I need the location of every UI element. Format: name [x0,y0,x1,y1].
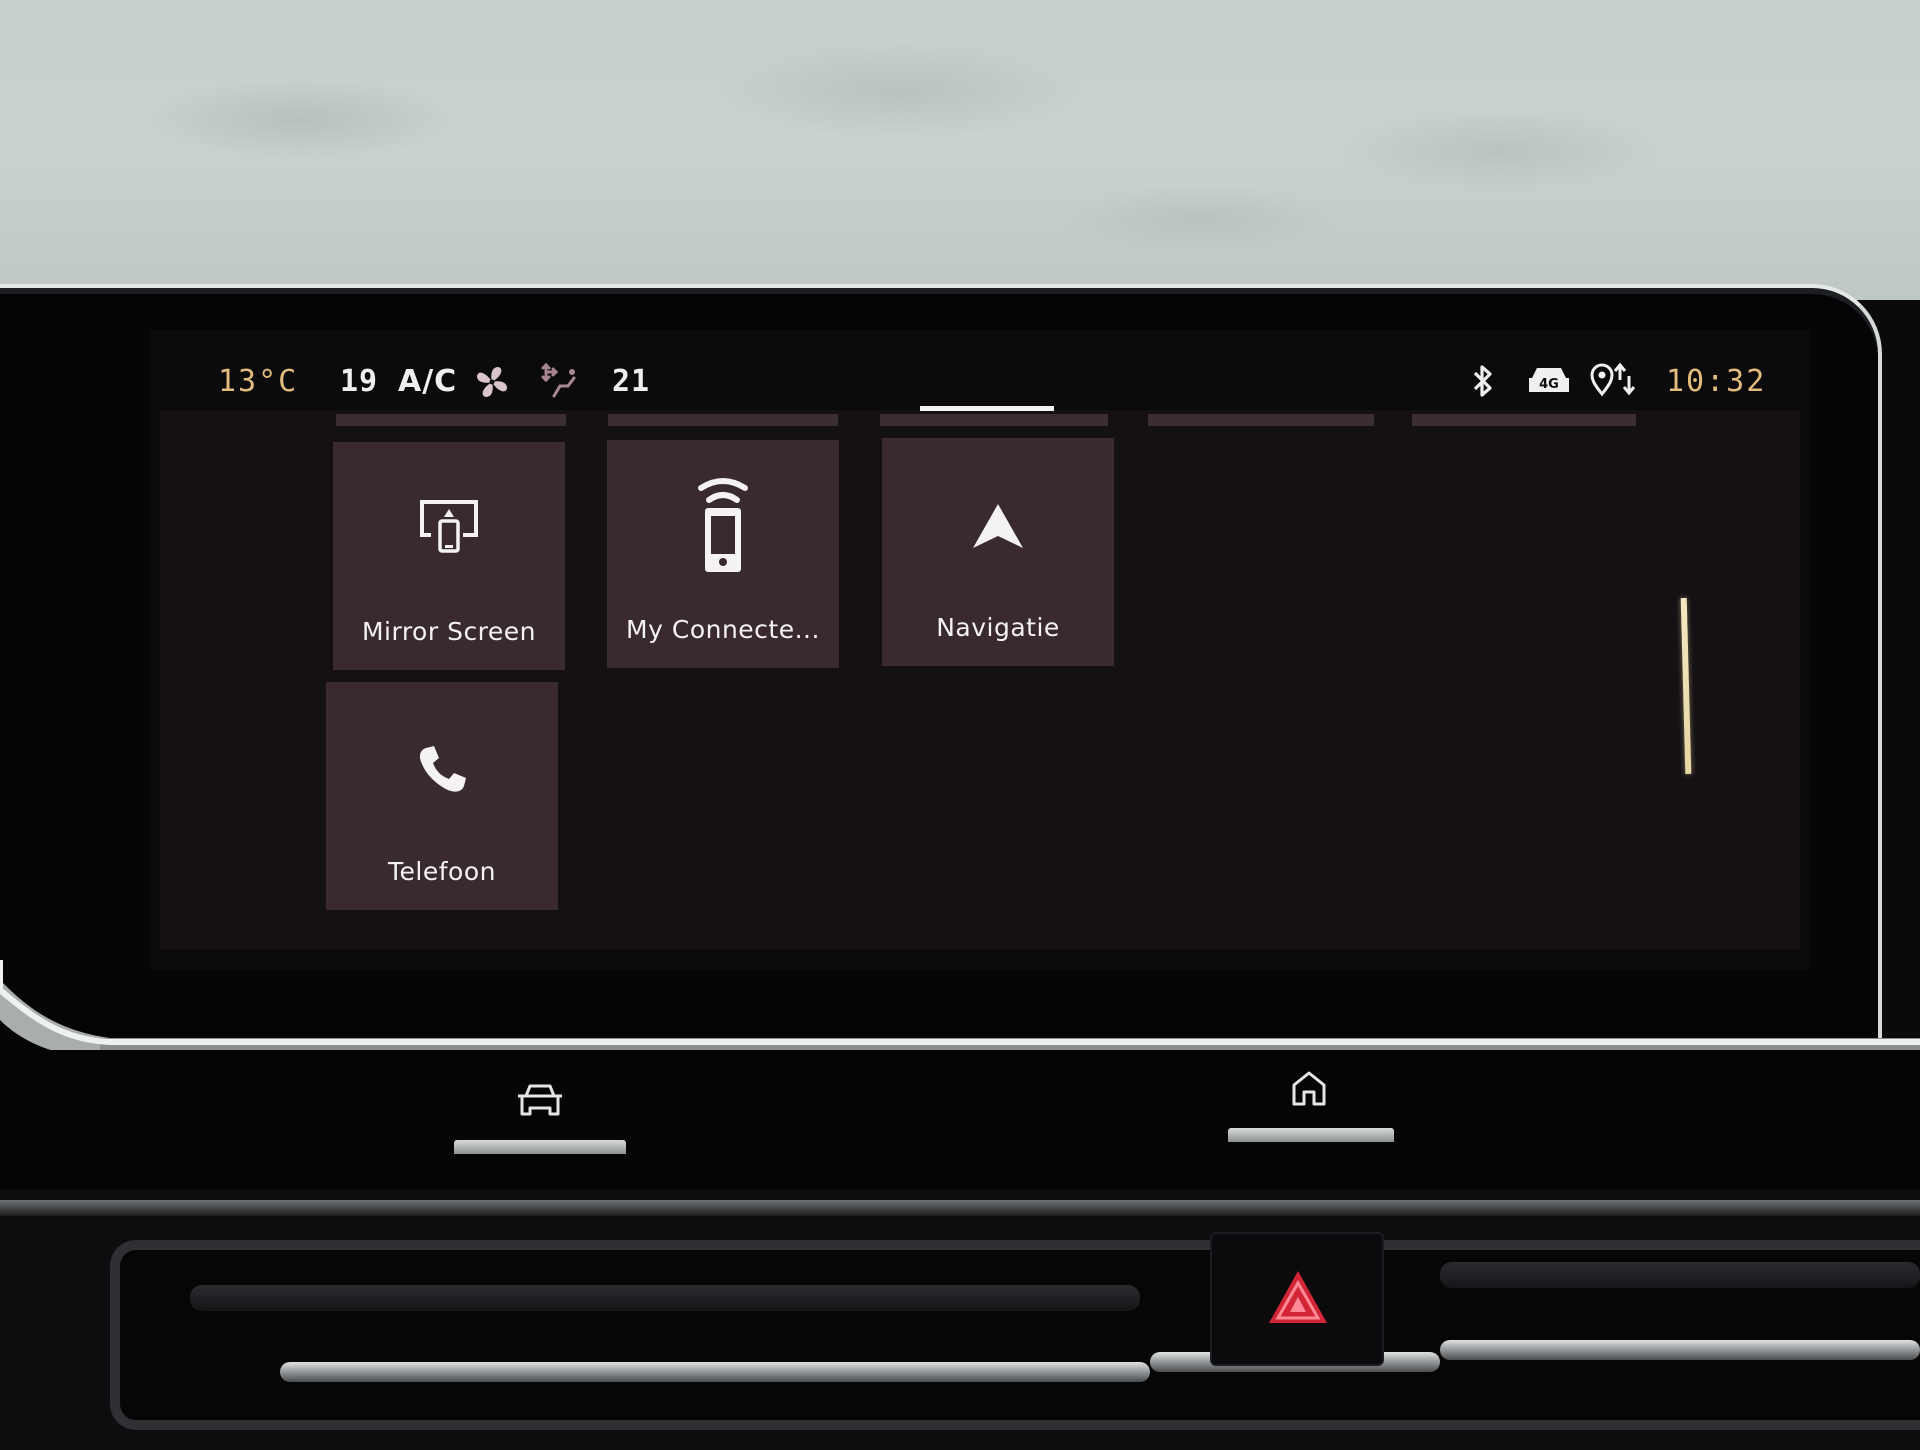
tile-my-connected[interactable]: My Connecte... [607,440,839,668]
hazard-button[interactable] [1210,1232,1384,1366]
clock: 10:32 [1666,364,1767,399]
tile-label: Telefoon [388,857,496,886]
dashboard-rail [0,1200,1920,1216]
page-indicator-4[interactable] [1148,414,1374,426]
hardware-button-strip [0,1050,1920,1190]
vehicle-button[interactable] [454,1140,626,1154]
bluetooth-icon [1470,364,1496,402]
connected-phone-icon [607,476,839,576]
car-4g-icon: 4G [1528,364,1570,400]
home-button[interactable] [1228,1128,1394,1142]
passenger-temperature[interactable]: 21 [612,364,650,399]
page-indicator-active [920,406,1054,411]
tile-label: My Connecte... [626,615,820,644]
tile-navigatie[interactable]: Navigatie [882,438,1114,666]
network-label: 4G [1539,377,1559,392]
tile-label: Mirror Screen [361,617,537,646]
page-indicator-3[interactable] [880,414,1108,426]
vent-chrome-left [280,1362,1150,1382]
background-wall [0,0,1920,300]
vent-slat-right[interactable] [1440,1262,1920,1288]
phone-icon [326,742,558,822]
location-data-sharing-icon [1590,362,1636,402]
tile-label: Navigatie [936,613,1060,642]
outside-temperature: 13°C [218,364,299,399]
ac-button[interactable]: A/C [398,364,457,399]
navigation-arrow-icon [882,502,1114,582]
hazard-warning-icon [1266,1268,1330,1330]
car-icon[interactable] [516,1082,564,1122]
vent-chrome-right [1440,1340,1920,1360]
home-icon[interactable] [1290,1070,1328,1112]
tile-mirror-screen[interactable]: Mirror Screen [333,442,565,670]
seat-airflow-icon[interactable] [540,362,580,404]
page-indicator-5[interactable] [1412,414,1636,426]
mirror-screen-icon [333,497,565,577]
vent-slat-left[interactable] [190,1285,1140,1311]
fan-icon[interactable] [474,364,510,404]
page-indicator-1[interactable] [336,414,566,426]
page-indicator-2[interactable] [608,414,838,426]
tile-telefoon[interactable]: Telefoon [326,682,558,910]
driver-temperature[interactable]: 19 [340,364,378,399]
